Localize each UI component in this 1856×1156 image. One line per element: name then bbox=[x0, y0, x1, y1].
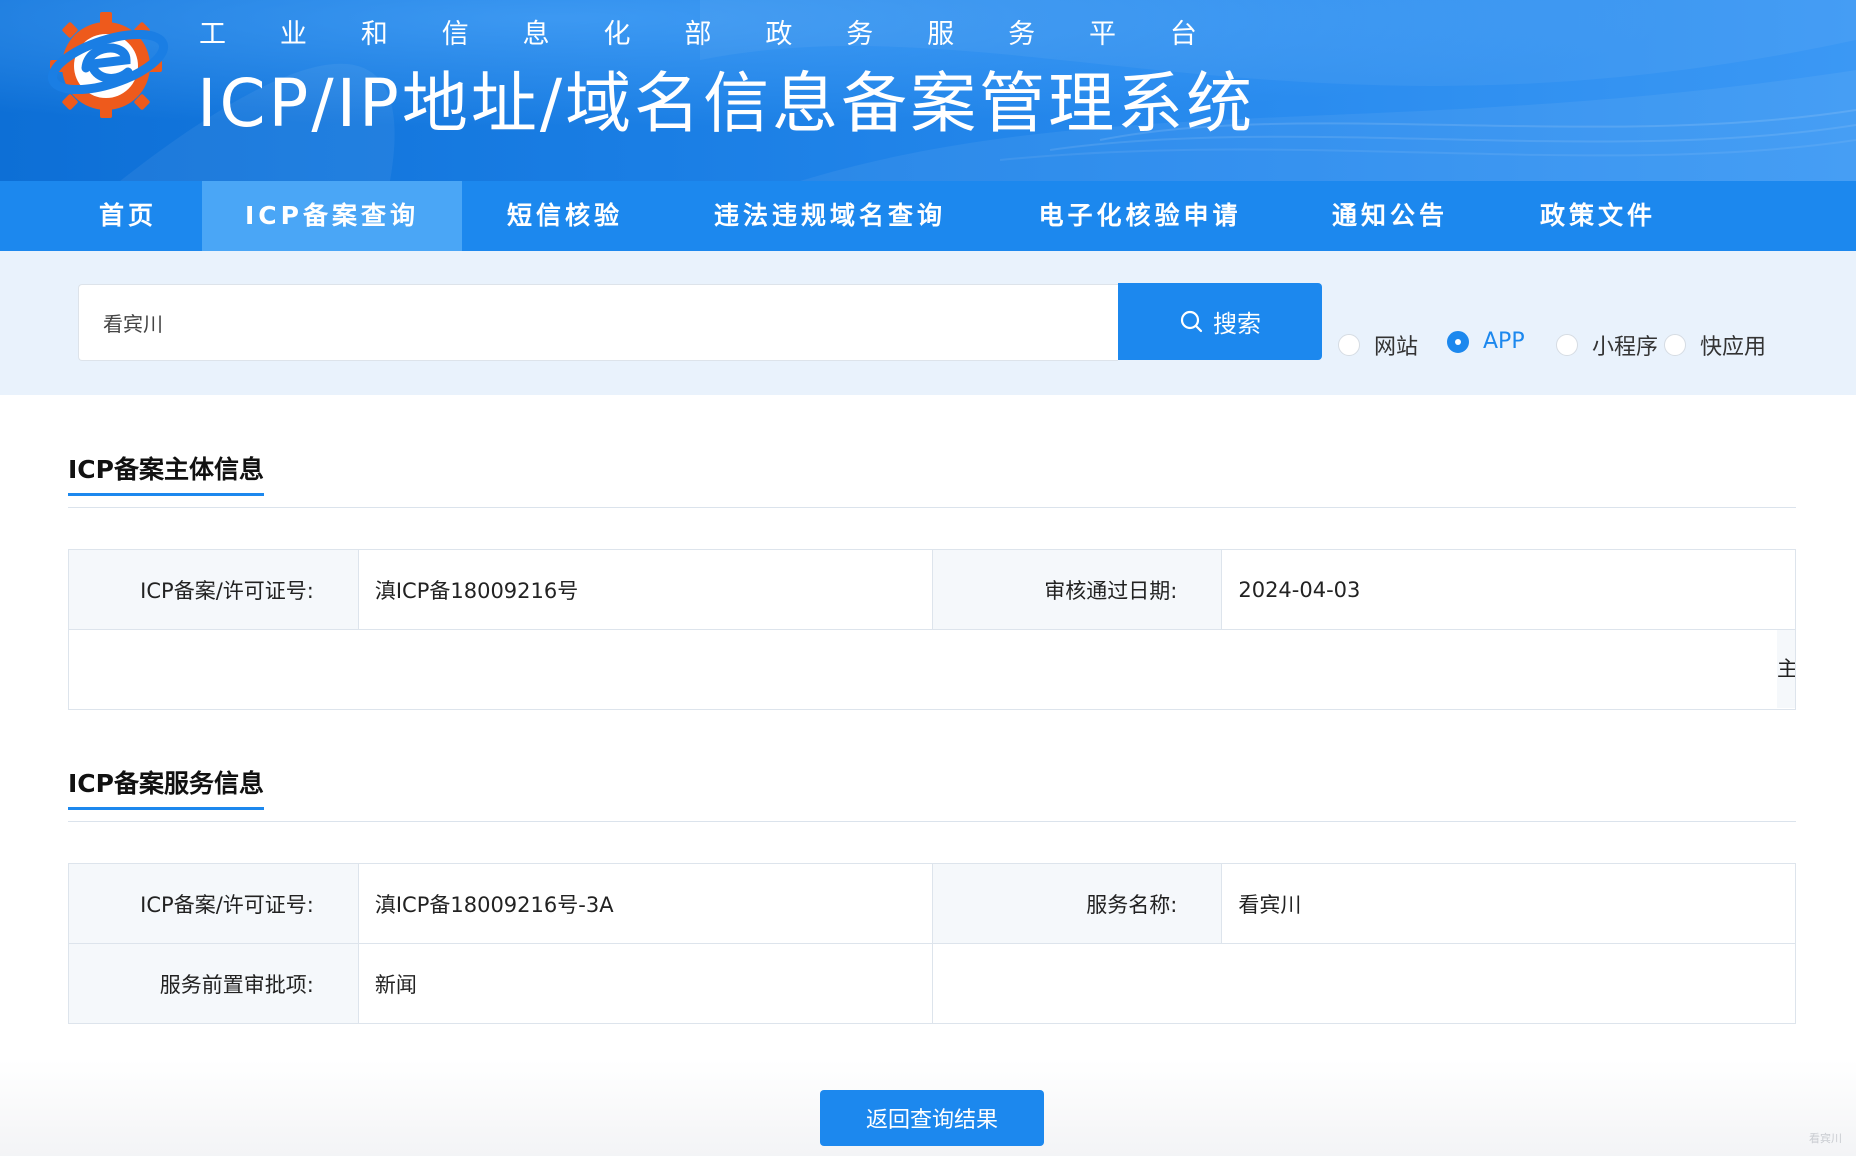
service-license-label: ICP备案/许可证号: bbox=[68, 863, 359, 944]
radio-circle bbox=[1664, 334, 1686, 356]
platform-char: 部 bbox=[684, 19, 714, 50]
section-title-subject-info: ICP备案主体信息 bbox=[68, 455, 264, 484]
platform-char: 工 bbox=[199, 19, 228, 50]
nav-item-icp-query[interactable]: ICP备案查询 bbox=[202, 181, 462, 251]
header-banner: 工 业 和 信 息 化 部 政 务 服 务 平 台 ICP/IP地址/域名信息备… bbox=[0, 0, 1856, 181]
back-to-results-button[interactable]: 返回查询结果 bbox=[820, 1090, 1044, 1146]
section-title-service-info: ICP备案服务信息 bbox=[68, 769, 264, 798]
platform-char: 和 bbox=[360, 19, 390, 50]
section-underline bbox=[68, 493, 264, 496]
miit-gear-logo bbox=[48, 12, 169, 118]
nav-item-e-verify-apply[interactable]: 电子化核验申请 bbox=[1030, 181, 1250, 251]
pre-approval-value: 新闻 bbox=[357, 943, 933, 1024]
platform-char: 政 bbox=[765, 19, 795, 50]
search-input[interactable] bbox=[78, 284, 1118, 361]
main-nav: 首页 ICP备案查询 短信核验 违法违规域名查询 电子化核验申请 通知公告 政策… bbox=[0, 181, 1856, 251]
platform-char: 业 bbox=[279, 19, 309, 50]
platform-char: 服 bbox=[927, 19, 957, 50]
approval-date-label: 审核通过日期: bbox=[931, 549, 1223, 630]
subject-info-table: ICP备案/许可证号: 滇ICP备18009216号 审核通过日期: 2024-… bbox=[68, 549, 1796, 710]
platform-char: 务 bbox=[1008, 19, 1038, 50]
platform-char: 平 bbox=[1088, 19, 1118, 50]
platform-char: 台 bbox=[1169, 19, 1199, 50]
license-label: ICP备案/许可证号: bbox=[68, 549, 359, 630]
radio-label: 网站 bbox=[1374, 335, 1419, 360]
search-panel: 搜索 网站 APP 小程序 快应用 bbox=[0, 251, 1856, 395]
service-info-table: ICP备案/许可证号: 滇ICP备18009216号-3A 服务名称: 看宾川 … bbox=[68, 863, 1797, 1024]
search-button[interactable]: 搜索 bbox=[1118, 283, 1322, 360]
radio-circle bbox=[1556, 334, 1578, 356]
platform-char: 信 bbox=[441, 19, 471, 50]
system-title: ICP/IP地址/域名信息备案管理系统 bbox=[197, 65, 1256, 142]
license-value: 滇ICP备18009216号 bbox=[357, 549, 933, 630]
empty-cell bbox=[931, 943, 1797, 1024]
radio-website[interactable]: 网站 bbox=[1338, 329, 1418, 361]
nav-item-notices[interactable]: 通知公告 bbox=[1320, 181, 1460, 251]
section-divider bbox=[68, 821, 1796, 822]
nav-item-home[interactable]: 首页 bbox=[78, 181, 178, 251]
watermark-text: 看宾川 bbox=[1809, 1132, 1842, 1145]
radio-label: APP bbox=[1483, 329, 1525, 354]
table-row: 服务前置审批项: 新闻 bbox=[68, 943, 1797, 1024]
section-divider bbox=[68, 507, 1796, 508]
radio-circle-selected bbox=[1447, 330, 1469, 353]
service-name-label: 服务名称: bbox=[931, 863, 1223, 944]
table-row: ICP备案/许可证号: 滇ICP备18009216号-3A 服务名称: 看宾川 bbox=[68, 863, 1796, 944]
platform-char: 务 bbox=[846, 19, 876, 50]
search-button-label: 搜索 bbox=[1213, 310, 1261, 338]
table-row: 主 bbox=[68, 629, 1796, 710]
platform-char: 息 bbox=[522, 19, 552, 50]
service-license-value: 滇ICP备18009216号-3A bbox=[357, 863, 933, 944]
radio-circle bbox=[1338, 334, 1360, 356]
nav-item-sms-verify[interactable]: 短信核验 bbox=[490, 181, 640, 251]
radio-label: 小程序 bbox=[1592, 335, 1659, 360]
table-row: ICP备案/许可证号: 滇ICP备18009216号 审核通过日期: 2024-… bbox=[68, 549, 1796, 630]
radio-quick-app[interactable]: 快应用 bbox=[1664, 329, 1766, 361]
approval-date-value: 2024-04-03 bbox=[1221, 549, 1796, 630]
section-underline bbox=[68, 807, 264, 810]
search-icon bbox=[1180, 310, 1203, 332]
platform-char: 化 bbox=[603, 19, 633, 50]
clipped-label: 主 bbox=[1777, 630, 1795, 708]
platform-subtitle: 工 业 和 信 息 化 部 政 务 服 务 平 台 bbox=[199, 12, 1199, 51]
nav-item-illegal-domain-query[interactable]: 违法违规域名查询 bbox=[700, 181, 960, 251]
radio-app[interactable]: APP bbox=[1447, 329, 1525, 354]
radio-label: 快应用 bbox=[1700, 335, 1767, 360]
radio-mini-program[interactable]: 小程序 bbox=[1556, 329, 1658, 361]
pre-approval-label: 服务前置审批项: bbox=[68, 943, 359, 1024]
subject-extra-row: 主 bbox=[68, 629, 1796, 710]
nav-item-policy-docs[interactable]: 政策文件 bbox=[1528, 181, 1668, 251]
service-name-value: 看宾川 bbox=[1221, 863, 1796, 944]
